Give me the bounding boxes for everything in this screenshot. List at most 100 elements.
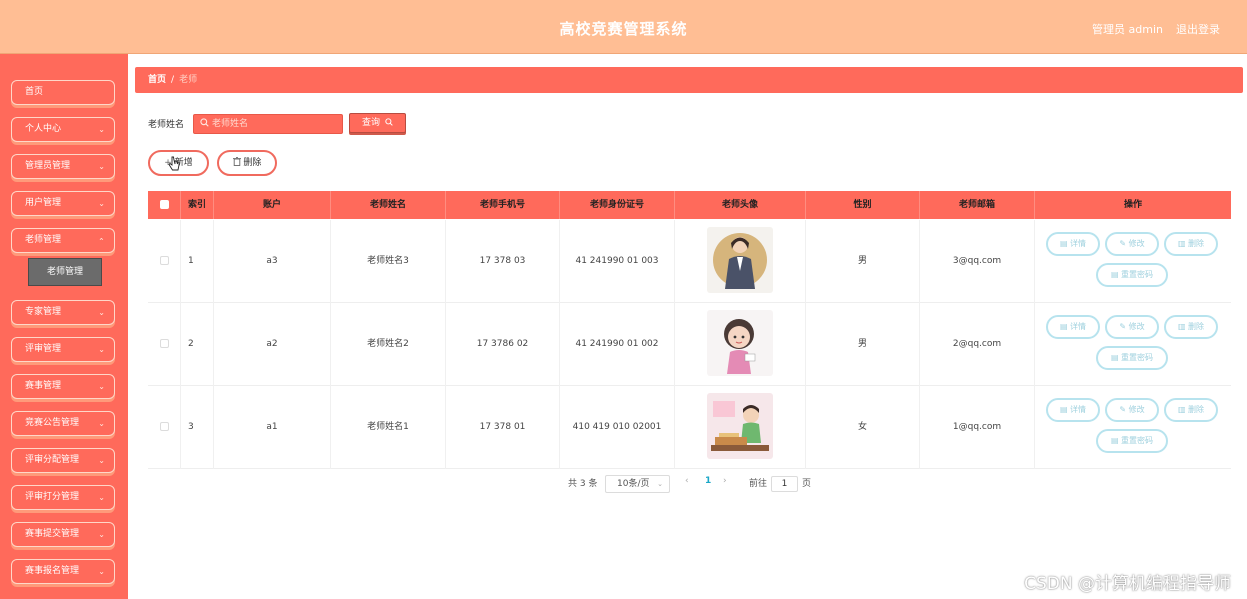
detail-button[interactable]: ▤ 详情 [1046,232,1100,256]
trash-icon: ▥ [1177,239,1186,248]
sidebar-item-label: 赛事提交管理 [25,529,80,539]
sidebar-item-label: 首页 [25,87,44,97]
search-icon [385,118,393,126]
delete-label: 删除 [1188,405,1205,414]
sidebar-item-label: 用户管理 [25,198,62,208]
search-label: 老师姓名 [148,120,185,130]
sidebar-item-label: 竞赛公告管理 [25,418,80,428]
chevron-down-icon: ⌄ [98,308,105,317]
row-checkbox[interactable] [159,422,169,431]
cell-idcard: 41 241990 01 003 [560,220,675,303]
detail-label: 详情 [1070,239,1087,248]
cell-index: 3 [181,386,214,469]
sidebar-item-label: 赛事报名管理 [25,566,80,576]
sidebar-item-teachers[interactable]: 老师管理 ⌄ [11,228,115,253]
cell-gender: 男 [806,303,920,386]
sidebar-item-profile[interactable]: 个人中心 ⌄ [11,117,115,142]
table-header: 索引 账户 老师姓名 老师手机号 老师身份证号 老师头像 性别 老师邮箱 操作 [148,191,1231,219]
sidebar-item-reviews[interactable]: 评审管理 ⌄ [11,337,115,362]
cell-phone: 17 3786 02 [446,303,560,386]
document-icon: ▤ [1059,239,1068,248]
batch-delete-button[interactable]: 删除 [217,150,277,176]
sidebar-item-registrations[interactable]: 赛事报名管理 ⌄ [11,559,115,584]
sidebar-item-home[interactable]: 首页 [11,80,115,105]
breadcrumb-home[interactable]: 首页 [148,75,166,85]
cell-index: 1 [181,220,214,303]
search-input[interactable]: 老师姓名 [193,114,343,134]
trash-icon [232,156,241,166]
chevron-up-icon: ⌄ [98,236,105,245]
pencil-icon: ✎ [1119,322,1127,331]
pagination-total: 共 3 条 [568,479,598,489]
sidebar-item-label: 管理员管理 [25,161,71,171]
chevron-down-icon: ⌄ [657,480,663,488]
detail-button[interactable]: ▤ 详情 [1046,398,1100,422]
cell-gender: 男 [806,220,920,303]
goto-page-input[interactable]: 1 [771,476,798,492]
sidebar-item-submissions[interactable]: 赛事提交管理 ⌄ [11,522,115,547]
breadcrumb: 首页 / 老师 [135,67,1243,93]
reset-password-button[interactable]: ▤ 重置密码 [1096,346,1168,370]
search-icon [200,118,209,127]
teacher-avatar-image[interactable] [707,310,773,376]
cell-actions: ▤ 详情 ✎ 修改 ▥ 删除 ▤ 重置密码 [1035,303,1231,386]
table-row: 2 a2 老师姓名2 17 3786 02 41 241990 01 002 男… [148,303,1231,386]
reset-password-button[interactable]: ▤ 重置密码 [1096,263,1168,287]
sidebar-item-review-assign[interactable]: 评审分配管理 ⌄ [11,448,115,473]
delete-button[interactable]: ▥ 删除 [1164,398,1218,422]
sidebar-item-announcements[interactable]: 竞赛公告管理 ⌄ [11,411,115,436]
document-icon: ▤ [1110,436,1119,445]
breadcrumb-separator: / [171,75,175,85]
chevron-down-icon: ⌄ [98,493,105,502]
teacher-avatar-image[interactable] [707,393,773,459]
col-avatar: 老师头像 [675,191,806,219]
delete-button[interactable]: ▥ 删除 [1164,315,1218,339]
chevron-down-icon: ⌄ [98,567,105,576]
cell-phone: 17 378 03 [446,220,560,303]
select-all-cell [148,191,181,219]
logout-link[interactable]: 退出登录 [1176,21,1220,37]
edit-label: 修改 [1128,322,1145,331]
sidebar-item-review-score[interactable]: 评审打分管理 ⌄ [11,485,115,510]
row-checkbox[interactable] [159,339,169,348]
query-button[interactable]: 查询 [349,113,406,133]
prev-page-button[interactable]: ‹ [685,476,689,486]
sidebar-item-users[interactable]: 用户管理 ⌄ [11,191,115,216]
sidebar-item-label: 评审分配管理 [25,455,80,465]
pencil-icon: ✎ [1119,239,1127,248]
col-actions: 操作 [1123,200,1142,210]
document-icon: ▤ [1059,405,1068,414]
col-phone: 老师手机号 [446,191,560,219]
sidebar-item-experts[interactable]: 专家管理 ⌄ [11,300,115,325]
cell-email: 3@qq.com [920,220,1035,303]
col-name: 老师姓名 [331,191,446,219]
col-gender: 性别 [806,191,920,219]
sidebar-item-events[interactable]: 赛事管理 ⌄ [11,374,115,399]
edit-button[interactable]: ✎ 修改 [1105,398,1159,422]
batch-delete-label: 删除 [243,158,262,168]
row-checkbox[interactable] [159,256,169,265]
select-all-checkbox[interactable] [159,200,169,209]
page-size-select[interactable]: 10条/页 ⌄ [605,475,670,493]
reset-password-label: 重置密码 [1121,353,1154,362]
goto-label: 前往 [749,479,768,489]
col-email: 老师邮箱 [920,191,1035,219]
next-page-button[interactable]: › [723,476,727,486]
detail-button[interactable]: ▤ 详情 [1046,315,1100,339]
page-number-current[interactable]: 1 [705,476,711,486]
breadcrumb-current: 老师 [179,75,198,85]
page-size-value: 10条/页 [617,479,650,489]
reset-password-button[interactable]: ▤ 重置密码 [1096,429,1168,453]
cell-avatar [675,303,806,386]
row-select-cell [148,220,181,303]
current-user: 管理员 admin [1092,23,1163,36]
delete-label: 删除 [1188,239,1205,248]
teacher-avatar-image[interactable] [707,227,773,293]
sidebar-subitem-teacher-manage[interactable]: 老师管理 [28,258,102,286]
cell-name: 老师姓名1 [331,386,446,469]
cell-gender: 女 [806,386,920,469]
edit-button[interactable]: ✎ 修改 [1105,315,1159,339]
delete-button[interactable]: ▥ 删除 [1164,232,1218,256]
sidebar-item-admins[interactable]: 管理员管理 ⌄ [11,154,115,179]
edit-button[interactable]: ✎ 修改 [1105,232,1159,256]
